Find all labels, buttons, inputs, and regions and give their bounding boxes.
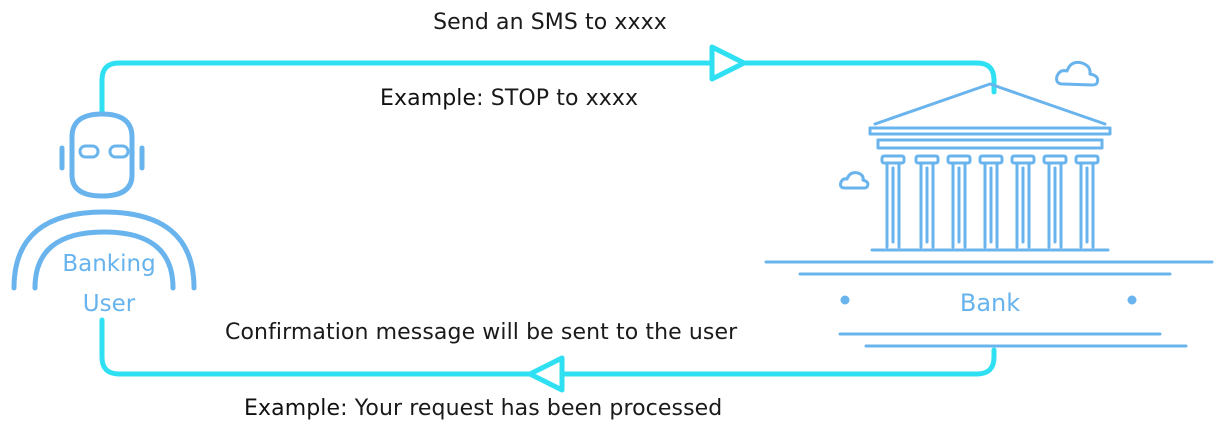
bank-dot-right <box>1127 295 1137 305</box>
confirmation-example-value: : Your request has been processed <box>340 396 723 421</box>
bank-dot-left <box>840 295 850 305</box>
banking-user-label: Banking User <box>39 244 179 324</box>
request-example: Example: STOP to xxxx <box>380 86 638 111</box>
confirmation-message-label: Confirmation message will be sent to the… <box>225 320 738 345</box>
request-message-label: Send an SMS to xxxx <box>433 10 667 35</box>
sms-banking-flow-diagram: Send an SMS to xxxx Example: STOP to xxx… <box>0 0 1218 425</box>
request-example-key: Example <box>380 86 477 111</box>
request-flow-arrow-icon <box>709 44 747 82</box>
flow-diagram-graphics <box>11 44 1214 393</box>
cloud-icon <box>1055 60 1100 87</box>
banking-user-label-line2: User <box>82 291 136 317</box>
confirmation-example: Example: Your request has been processed <box>244 396 722 421</box>
banking-user-label-line1: Banking <box>62 251 156 277</box>
response-flow-arrow-icon <box>527 355 565 393</box>
bank-label: Bank <box>959 289 1021 317</box>
small-cloud-icon <box>839 171 870 190</box>
request-example-value: : STOP to xxxx <box>476 86 639 111</box>
confirmation-example-key: Example <box>244 396 341 421</box>
